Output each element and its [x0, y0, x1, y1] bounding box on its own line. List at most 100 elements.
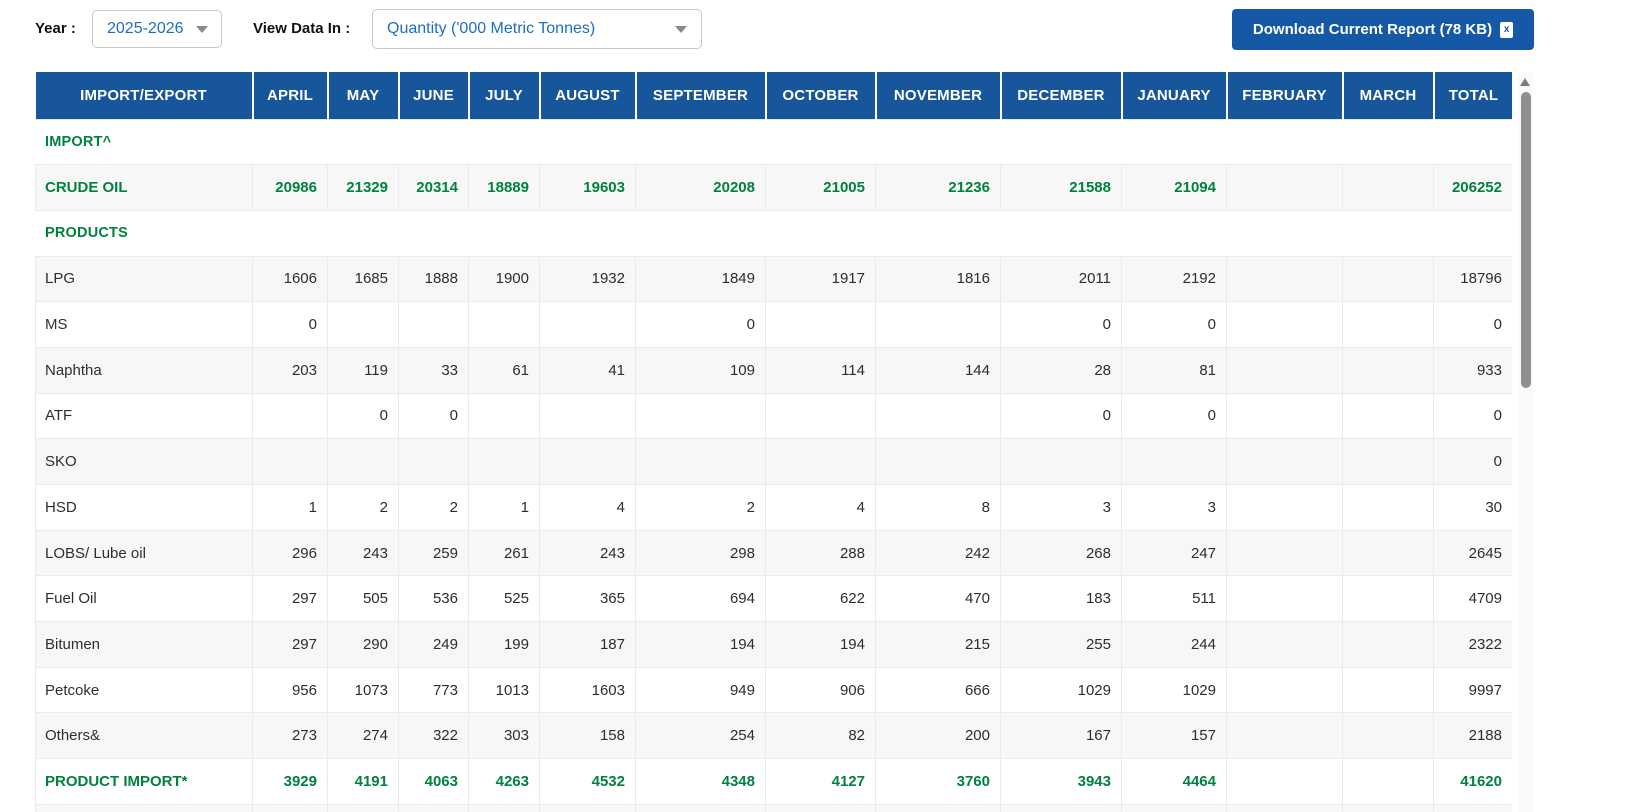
value-cell: 274	[327, 712, 399, 760]
table-row: IMPORT^	[35, 118, 1512, 166]
value-cell: 41620	[1433, 758, 1512, 805]
value-cell	[327, 301, 399, 348]
chevron-down-icon	[675, 25, 687, 33]
value-cell	[468, 438, 540, 485]
value-cell: 187	[539, 621, 636, 668]
value-cell: 1816	[875, 255, 1001, 303]
scrollbar-thumb[interactable]	[1520, 92, 1531, 388]
value-cell: 243	[539, 529, 636, 577]
value-cell: 82	[765, 712, 876, 760]
value-cell	[1226, 164, 1343, 211]
year-select[interactable]: 2025-2026	[92, 10, 222, 48]
value-cell	[875, 803, 1001, 812]
value-cell: 273	[252, 712, 328, 760]
column-header: IMPORT/EXPORT	[35, 72, 254, 119]
section-label: IMPORT^	[35, 118, 1512, 166]
value-cell: 949	[635, 666, 766, 714]
value-cell: 9997	[1433, 666, 1512, 714]
row-label: MS	[35, 301, 253, 348]
value-cell: 4348	[635, 758, 766, 805]
column-header: SEPTEMBER	[635, 72, 767, 119]
row-label: ATF	[35, 392, 253, 440]
value-cell: 288	[765, 529, 876, 577]
column-header: APRIL	[252, 72, 329, 119]
value-cell	[252, 392, 328, 440]
year-select-value: 2025-2026	[107, 20, 184, 37]
value-cell	[635, 803, 766, 812]
value-cell	[468, 803, 540, 812]
chevron-down-icon	[195, 25, 208, 33]
view-data-in-label: View Data In :	[253, 20, 351, 37]
download-report-label: Download Current Report (78 KB)	[1252, 21, 1493, 38]
row-label: PRODUCT IMPORT*	[35, 758, 253, 805]
value-cell: 33	[398, 346, 469, 394]
value-cell: 41	[539, 346, 636, 394]
value-cell: 1917	[765, 255, 876, 303]
value-cell	[1433, 803, 1512, 812]
value-cell: 194	[635, 621, 766, 668]
value-cell: 4709	[1433, 575, 1512, 623]
vertical-scrollbar[interactable]	[1518, 72, 1533, 812]
row-label: LPG	[35, 255, 253, 303]
value-cell: 1073	[327, 666, 399, 714]
value-cell: 203	[252, 346, 328, 394]
value-cell: 261	[468, 529, 540, 577]
value-cell: 1	[252, 484, 328, 531]
value-cell: 81	[1121, 346, 1227, 394]
value-cell	[1342, 621, 1434, 668]
value-cell: 0	[1121, 301, 1227, 348]
value-cell: 3	[1121, 484, 1227, 531]
column-header: JUNE	[398, 72, 470, 119]
table-row: SKO 0	[35, 438, 1512, 485]
value-cell	[765, 438, 876, 485]
value-cell: 215	[875, 621, 1001, 668]
row-label: SKO	[35, 438, 253, 485]
value-cell: 297	[252, 575, 328, 623]
value-cell: 1029	[1000, 666, 1122, 714]
value-cell: 1888	[398, 255, 469, 303]
value-cell: 290	[327, 621, 399, 668]
value-cell: 1	[468, 484, 540, 531]
table-row: Bitumen 297 290 249 199 187 194 194 215 255 244 232…	[35, 621, 1512, 668]
value-cell: 2	[635, 484, 766, 531]
value-cell: 119	[327, 346, 399, 394]
value-cell	[1342, 164, 1434, 211]
table-row: Petcoke 956 1073 773 1013 1603 949 906 666 1029 10…	[35, 666, 1512, 714]
value-cell	[327, 438, 399, 485]
download-report-button[interactable]: Download Current Report (78 KB) x	[1232, 9, 1534, 50]
value-cell: 4063	[398, 758, 469, 805]
value-cell: 254	[635, 712, 766, 760]
value-cell: 2	[327, 484, 399, 531]
value-cell	[1226, 666, 1343, 714]
table-row: LPG 1606 1685 1888 1900 1932 1849 1917 1816 2011 2…	[35, 255, 1512, 303]
value-cell: 249	[398, 621, 469, 668]
view-data-in-select[interactable]: Quantity ('000 Metric Tonnes)	[372, 9, 702, 49]
scrollbar-up-arrow-icon[interactable]	[1520, 78, 1530, 86]
row-label: HSD	[35, 484, 253, 531]
value-cell	[1342, 758, 1434, 805]
value-cell: 20208	[635, 164, 766, 211]
excel-file-icon: x	[1500, 21, 1514, 38]
value-cell	[1342, 438, 1434, 485]
value-cell: 666	[875, 666, 1001, 714]
value-cell: 933	[1433, 346, 1512, 394]
value-cell: 4263	[468, 758, 540, 805]
value-cell: 20986	[252, 164, 328, 211]
value-cell: 61	[468, 346, 540, 394]
value-cell	[1342, 301, 1434, 348]
year-label: Year :	[35, 20, 76, 37]
value-cell: 18796	[1433, 255, 1512, 303]
value-cell: 622	[765, 575, 876, 623]
value-cell: 1606	[252, 255, 328, 303]
column-header: JULY	[468, 72, 541, 119]
value-cell: 906	[765, 666, 876, 714]
value-cell	[1226, 621, 1343, 668]
value-cell: 2322	[1433, 621, 1512, 668]
value-cell: 2	[398, 484, 469, 531]
value-cell	[252, 438, 328, 485]
value-cell: 4	[539, 484, 636, 531]
value-cell	[1226, 529, 1343, 577]
value-cell: 470	[875, 575, 1001, 623]
report-table: IMPORT/EXPORT APRIL MAY JUNE JULY AUGUST SEPTE…	[35, 72, 1512, 812]
column-header: OCTOBER	[765, 72, 877, 119]
